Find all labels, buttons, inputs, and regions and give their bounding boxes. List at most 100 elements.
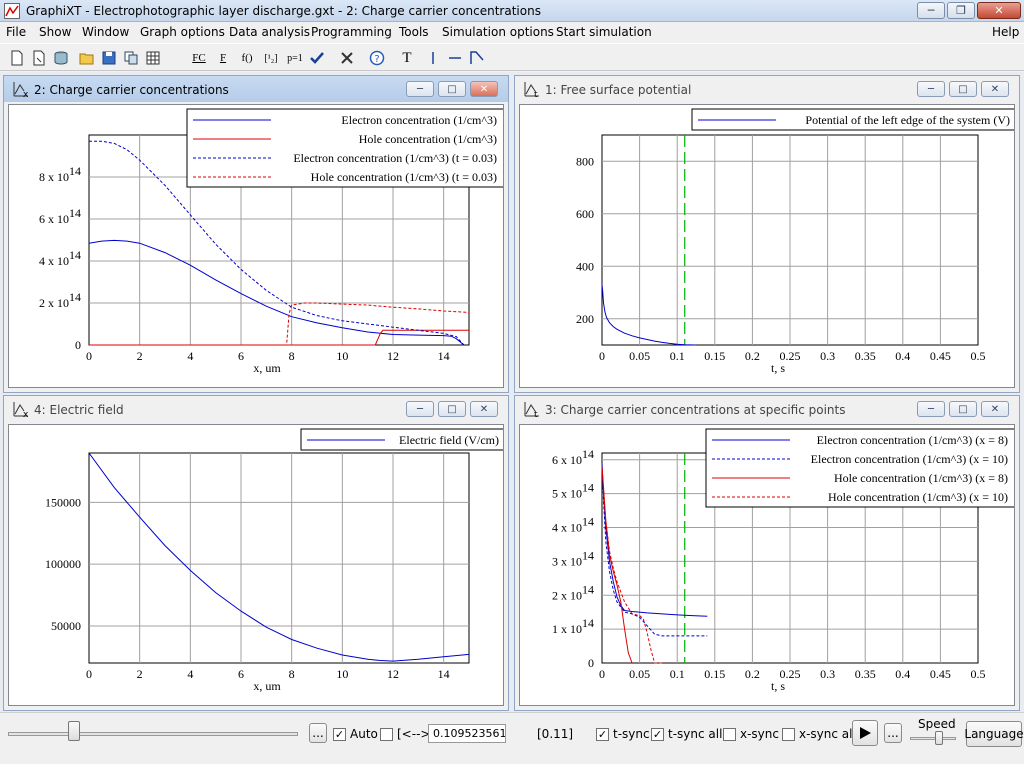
auto-checkbox[interactable]: ✓ Auto: [333, 727, 378, 741]
x-tick-label: 0.2: [745, 667, 760, 681]
vline-button[interactable]: [424, 49, 442, 67]
menu-tools[interactable]: Tools: [399, 25, 429, 39]
pane-close-button[interactable]: ✕: [981, 81, 1009, 97]
matrix-button[interactable]: [¹₂]: [262, 49, 280, 67]
menu-show[interactable]: Show: [39, 25, 71, 39]
tools-button[interactable]: [338, 49, 356, 67]
t-sync-checkbox[interactable]: ✓ t-sync: [596, 727, 650, 741]
x-tick-label: 10: [336, 349, 348, 363]
chart-concentrations-at-points[interactable]: 0 0.05 0.1 0.15 0.2 0.25 0.3 0.35 0.4 0.45 0.501 x…: [520, 425, 1014, 705]
minimize-button[interactable]: ─: [917, 2, 945, 19]
pane-maximize-button[interactable]: □: [438, 81, 466, 97]
function-button[interactable]: f(): [238, 49, 256, 67]
pane-close-button[interactable]: ✕: [981, 401, 1009, 417]
y-tick-exponent: 14: [69, 290, 81, 304]
t-sync-all-checkbox[interactable]: ✓ t-sync all: [651, 727, 722, 741]
x-tick-label: 12: [387, 667, 399, 681]
y-tick-exponent: 14: [582, 616, 594, 630]
pane-electric-field[interactable]: x 4: Electric field ─ □ ✕ 0 2 4 6 8 10 12 14 500…: [3, 395, 509, 711]
menu-file[interactable]: File: [6, 25, 26, 39]
copy-button[interactable]: [122, 49, 140, 67]
open-button[interactable]: [78, 49, 96, 67]
pane-maximize-button[interactable]: □: [949, 81, 977, 97]
close-icon: ✕: [990, 403, 1000, 415]
x-tick-label: 14: [438, 349, 450, 363]
pane-close-button[interactable]: ✕: [470, 401, 498, 417]
chart-charge-carriers[interactable]: 0 2 4 6 8 10 12 1402 x 10 144 x 10 146 x 10 148 x …: [9, 105, 503, 387]
slider-more-button[interactable]: ...: [309, 723, 327, 743]
pane-header[interactable]: x 2: Charge carrier concentrations ─ □ ✕: [4, 76, 508, 102]
x-tick-label: 0: [86, 667, 92, 681]
menu-bar: File Show Window Graph options Data anal…: [0, 22, 1024, 42]
play-more-button[interactable]: ...: [884, 723, 902, 743]
menu-start-simulation[interactable]: Start simulation: [556, 25, 652, 39]
time-slider-track[interactable]: [8, 732, 298, 736]
hline-button[interactable]: [446, 49, 464, 67]
close-button[interactable]: ✕: [977, 2, 1021, 19]
pane-header[interactable]: t 3: Charge carrier concentrations at sp…: [515, 396, 1019, 422]
menu-programming[interactable]: Programming: [311, 25, 392, 39]
time-slider-thumb[interactable]: [68, 721, 80, 741]
new-button[interactable]: [8, 49, 26, 67]
y-tick-label: 200: [576, 312, 594, 326]
pane-minimize-button[interactable]: ─: [917, 81, 945, 97]
menu-help[interactable]: Help: [992, 25, 1019, 39]
wizard-icon: [33, 50, 45, 66]
pane-header[interactable]: x 4: Electric field ─ □ ✕: [4, 396, 508, 422]
play-button[interactable]: [852, 720, 878, 746]
speed-slider-track[interactable]: [910, 737, 956, 740]
pane-concentrations-at-points[interactable]: t 3: Charge carrier concentrations at sp…: [514, 395, 1020, 711]
pane-minimize-button[interactable]: ─: [406, 401, 434, 417]
database-button[interactable]: [52, 49, 70, 67]
range-checkbox[interactable]: [<-->]: [380, 727, 435, 741]
chart-surface-potential[interactable]: 0 0.05 0.1 0.15 0.2 0.25 0.3 0.35 0.4 0.45 0.52004…: [520, 105, 1014, 387]
menu-simulation-options[interactable]: Simulation options: [442, 25, 554, 39]
chart-area[interactable]: 0 2 4 6 8 10 12 14 50000 100000 150000 x, um Electri…: [8, 424, 504, 706]
save-button[interactable]: [100, 49, 118, 67]
legend-label: Hole concentration (1/cm^3) (t = 0.03): [311, 170, 497, 184]
language-button[interactable]: Language: [964, 721, 1024, 747]
x-axis-label: x, um: [253, 679, 281, 693]
y-tick-label: 4 x 10: [39, 254, 69, 268]
pane-maximize-button[interactable]: □: [949, 401, 977, 417]
y-tick-exponent: 14: [582, 447, 594, 461]
wizard-button[interactable]: [30, 49, 48, 67]
x-tick-label: 0: [599, 667, 605, 681]
pane-charge-carrier-concentrations[interactable]: x 2: Charge carrier concentrations ─ □ ✕…: [3, 75, 509, 393]
menu-window[interactable]: Window: [82, 25, 129, 39]
help-button[interactable]: ?: [368, 49, 386, 67]
y-tick-label: 3 x 10: [552, 554, 582, 568]
chart-area[interactable]: 0 0.05 0.1 0.15 0.2 0.25 0.3 0.35 0.4 0.45 0.5 200 4…: [519, 104, 1015, 388]
menu-graph-options[interactable]: Graph options: [140, 25, 225, 39]
f-button[interactable]: F: [214, 49, 232, 67]
series-line-2: [601, 466, 708, 637]
time-value-input[interactable]: [428, 724, 506, 743]
chart-electric-field[interactable]: 0 2 4 6 8 10 12 14 50000 100000 150000 x, um Electri…: [9, 425, 503, 705]
y-tick-label: 5 x 10: [552, 487, 582, 501]
pane-minimize-button[interactable]: ─: [406, 81, 434, 97]
fc-button[interactable]: FC: [190, 49, 208, 67]
pane-close-button[interactable]: ✕: [470, 81, 498, 97]
x-sync-checkbox[interactable]: x-sync: [723, 727, 779, 741]
table-button[interactable]: [144, 49, 162, 67]
speed-slider-thumb[interactable]: [935, 731, 943, 745]
x-tick-label: 4: [187, 667, 193, 681]
menu-data-analysis[interactable]: Data analysis: [229, 25, 310, 39]
x-axis-label: t, s: [771, 679, 785, 693]
pane-free-surface-potential[interactable]: t 1: Free surface potential ─ □ ✕ 0 0.05 0…: [514, 75, 1020, 393]
pane-minimize-button[interactable]: ─: [917, 401, 945, 417]
pane-header[interactable]: t 1: Free surface potential ─ □ ✕: [515, 76, 1019, 102]
close-icon: ✕: [479, 403, 489, 415]
x-sync-all-checkbox[interactable]: x-sync all: [782, 727, 856, 741]
restore-button[interactable]: ❐: [947, 2, 975, 19]
text-button[interactable]: T: [398, 49, 416, 67]
x-tick-label: 10: [336, 667, 348, 681]
chart-area[interactable]: 0 2 4 6 8 10 12 14 0 2 x 10 14 4 x 10 14 6 x 10 14 8 x …: [8, 104, 504, 388]
check-button[interactable]: [308, 49, 326, 67]
pane-maximize-button[interactable]: □: [438, 401, 466, 417]
x-tick-label: 0.45: [930, 349, 951, 363]
chart-area[interactable]: 0 0.05 0.1 0.15 0.2 0.25 0.3 0.35 0.4 0.45 0.5 0 1 x…: [519, 424, 1015, 706]
curve-button[interactable]: [468, 49, 486, 67]
maximize-icon: □: [447, 83, 457, 95]
p1-button[interactable]: p=1: [284, 49, 306, 67]
